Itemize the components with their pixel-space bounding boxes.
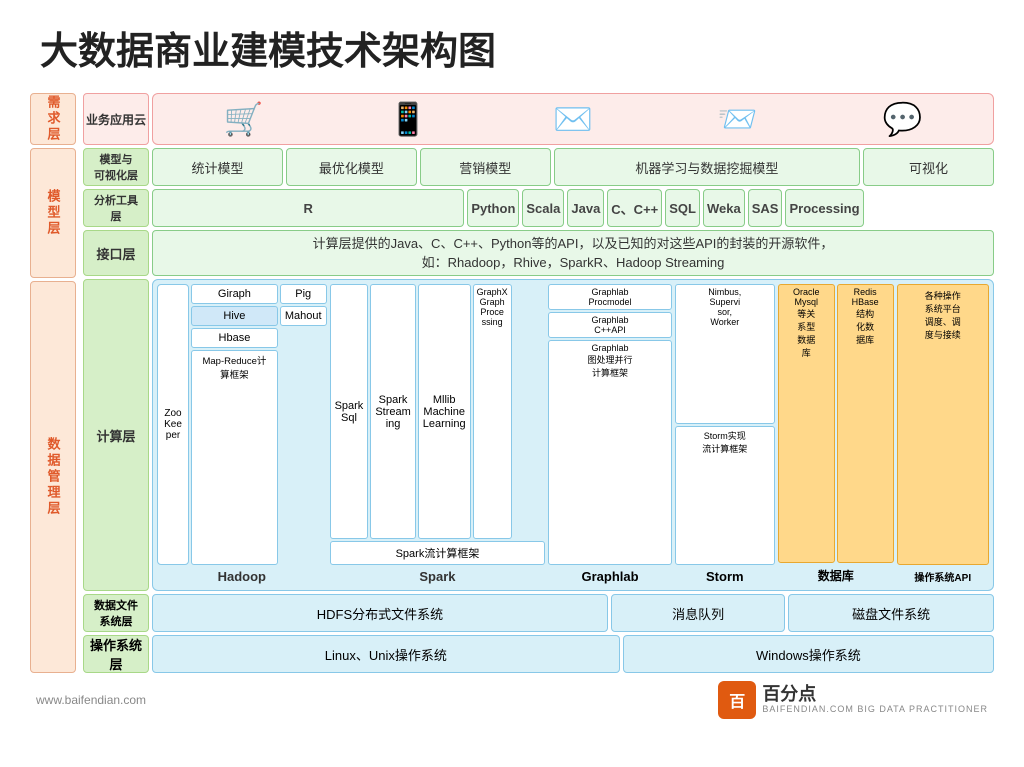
tool-python: Python bbox=[467, 189, 519, 227]
compute-row: 计算层 Zoo Kee per bbox=[83, 279, 994, 591]
graphlab-inner: GraphlabProcmodel GraphlabC++API Graphla… bbox=[548, 284, 671, 565]
compute-label: 计算层 bbox=[83, 279, 149, 591]
graphlab-cppapi-box: GraphlabC++API bbox=[548, 312, 671, 338]
nimbus-box: Nimbus,Supervisor,Worker bbox=[675, 284, 775, 424]
hbase-box: Hbase bbox=[191, 328, 278, 348]
tool-processing: Processing bbox=[785, 189, 863, 227]
label-mx: 模型层 bbox=[30, 148, 76, 278]
db-section: OracleMysql等关系型数据库 RedisHBase结构化数据库 数据库 bbox=[778, 284, 894, 586]
label-xq: 需求层 bbox=[30, 93, 76, 145]
opt-model: 最优化模型 bbox=[286, 148, 417, 186]
business-app-label: 业务应用云 bbox=[83, 93, 149, 145]
mahout-box: Mahout bbox=[280, 306, 327, 326]
spark-framework-box: Spark流计算框架 bbox=[330, 541, 546, 565]
hdfs-box: HDFS分布式文件系统 bbox=[152, 594, 608, 632]
hadoop-tools-col: Giraph Hive Hbase Map-Reduce计算框架 bbox=[191, 284, 278, 565]
graphlab-ops-box: Graphlab图处理并行计算框架 bbox=[548, 340, 671, 565]
graphlab-section: GraphlabProcmodel GraphlabC++API Graphla… bbox=[548, 284, 671, 586]
os-row: 操作系统层 Linux、Unix操作系统 Windows操作系统 bbox=[83, 635, 994, 673]
os-label: 操作系统层 bbox=[83, 635, 149, 673]
email-icon: ✉️ bbox=[553, 100, 593, 138]
footer-url: www.baifendian.com bbox=[36, 693, 146, 707]
label-sj: 数据管理层 bbox=[30, 281, 76, 673]
mapreduce-box: Map-Reduce计算框架 bbox=[191, 350, 278, 565]
osapi-box: 各种操作系统平台调度、调度与接续 bbox=[897, 284, 989, 565]
tool-cpp: C、C++ bbox=[607, 189, 662, 227]
linux-box: Linux、Unix操作系统 bbox=[152, 635, 620, 673]
tool-weka: Weka bbox=[703, 189, 745, 227]
footer-logo: 百 百分点 BAIFENDIAN.COM BIG DATA PRACTITION… bbox=[718, 681, 988, 719]
marketing-model: 营销模型 bbox=[420, 148, 551, 186]
logo-icon: 百 bbox=[718, 681, 756, 719]
disk-fs-box: 磁盘文件系统 bbox=[788, 594, 994, 632]
spark-label: Spark bbox=[330, 567, 546, 586]
storm-section: Nimbus,Supervisor,Worker Storm实现流计算框架 St… bbox=[675, 284, 775, 586]
spark-top: Spark Sql Spark Stream ing Mllib Machine bbox=[330, 284, 546, 539]
graphx-box: GraphX Graph Proce ssing bbox=[473, 284, 512, 539]
visual-model: 可视化 bbox=[863, 148, 994, 186]
analysis-tools-label: 分析工具层 bbox=[83, 189, 149, 227]
business-app-content: 🛒 📱 ✉️ 📨 💬 bbox=[152, 93, 994, 145]
tool-scala: Scala bbox=[522, 189, 564, 227]
interface-row: 接口层 计算层提供的Java、C、C++、Python等的API，以及已知的对这… bbox=[83, 230, 994, 276]
model-visual-label: 模型与可视化层 bbox=[83, 148, 149, 186]
stat-model: 统计模型 bbox=[152, 148, 283, 186]
graphx-col: GraphX Graph Proce ssing bbox=[473, 284, 512, 539]
tool-java: Java bbox=[567, 189, 604, 227]
wechat-icon: 💬 bbox=[883, 100, 923, 138]
interface-content: 计算层提供的Java、C、C++、Python等的API，以及已知的对这些API… bbox=[152, 230, 994, 276]
db-label: 数据库 bbox=[778, 565, 894, 586]
datafile-row: 数据文件系统层 HDFS分布式文件系统 消息队列 磁盘文件系统 bbox=[83, 594, 994, 632]
model-visual-content: 统计模型 最优化模型 营销模型 机器学习与数据挖掘模型 可视化 bbox=[152, 148, 994, 186]
msg-queue-box: 消息队列 bbox=[611, 594, 785, 632]
interface-label: 接口层 bbox=[83, 230, 149, 276]
windows-box: Windows操作系统 bbox=[623, 635, 994, 673]
tool-sas: SAS bbox=[748, 189, 783, 227]
zookeeper-box: Zoo Kee per bbox=[157, 284, 189, 565]
footer: www.baifendian.com 百 百分点 BAIFENDIAN.COM … bbox=[30, 681, 994, 719]
mobile-icon: 📱 bbox=[388, 100, 428, 138]
graphlab-label: Graphlab bbox=[548, 567, 671, 586]
analysis-tools-row: 分析工具层 R Python Scala Java C、C++ SQL Weka… bbox=[83, 189, 994, 227]
tool-sql: SQL bbox=[665, 189, 700, 227]
spark-streaming-box: Spark Stream ing bbox=[370, 284, 415, 539]
cart-icon: 🛒 bbox=[223, 100, 263, 138]
datafile-label: 数据文件系统层 bbox=[83, 594, 149, 632]
osapi-section: 各种操作系统平台调度、调度与接续 操作系统API bbox=[897, 284, 989, 586]
db-inner: OracleMysql等关系型数据库 RedisHBase结构化数据库 bbox=[778, 284, 894, 563]
giraph-box: Giraph bbox=[191, 284, 278, 304]
tool-r: R bbox=[152, 189, 464, 227]
analysis-tools-content: R Python Scala Java C、C++ SQL Weka SAS P… bbox=[152, 189, 994, 227]
hadoop-section: Zoo Kee per Giraph Hive Hbase Map-Reduce… bbox=[157, 284, 327, 586]
osapi-label: 操作系统API bbox=[897, 567, 989, 586]
mllib-box: Mllib Machine Learning bbox=[418, 284, 471, 539]
hadoop-inner: Zoo Kee per Giraph Hive Hbase Map-Reduce… bbox=[157, 284, 327, 565]
graphlab-procmodel-box: GraphlabProcmodel bbox=[548, 284, 671, 310]
left-labels: 需求层 模型层 数据管理层 bbox=[30, 93, 76, 673]
sms-icon: 📨 bbox=[718, 100, 758, 138]
storm-label: Storm bbox=[675, 567, 775, 586]
pig-box: Pig bbox=[280, 284, 327, 304]
ml-model: 机器学习与数据挖掘模型 bbox=[554, 148, 860, 186]
logo-text: 百分点 BAIFENDIAN.COM BIG DATA PRACTITIONER bbox=[762, 685, 988, 715]
compute-content: Zoo Kee per Giraph Hive Hbase Map-Reduce… bbox=[152, 279, 994, 591]
page: 大数据商业建模技术架构图 需求层 模型层 数据管理层 业务应用云 bbox=[0, 0, 1024, 767]
spark-sql-box: Spark Sql bbox=[330, 284, 369, 539]
model-visual-row: 模型与可视化层 统计模型 最优化模型 营销模型 机器学习与数据挖掘模型 可视化 bbox=[83, 148, 994, 186]
hadoop-label: Hadoop bbox=[157, 567, 327, 586]
pig-mahout-col: Pig Mahout bbox=[280, 284, 327, 565]
storm-ops-box: Storm实现流计算框架 bbox=[675, 426, 775, 566]
page-title: 大数据商业建模技术架构图 bbox=[40, 20, 994, 75]
storm-inner: Nimbus,Supervisor,Worker Storm实现流计算框架 bbox=[675, 284, 775, 565]
redis-hbase-box: RedisHBase结构化数据库 bbox=[837, 284, 894, 563]
business-app-row: 业务应用云 🛒 📱 ✉️ 📨 💬 bbox=[83, 93, 994, 145]
hive-box: Hive bbox=[191, 306, 278, 326]
oracle-mysql-box: OracleMysql等关系型数据库 bbox=[778, 284, 835, 563]
spark-section: Spark Sql Spark Stream ing Mllib Machine bbox=[330, 284, 546, 586]
